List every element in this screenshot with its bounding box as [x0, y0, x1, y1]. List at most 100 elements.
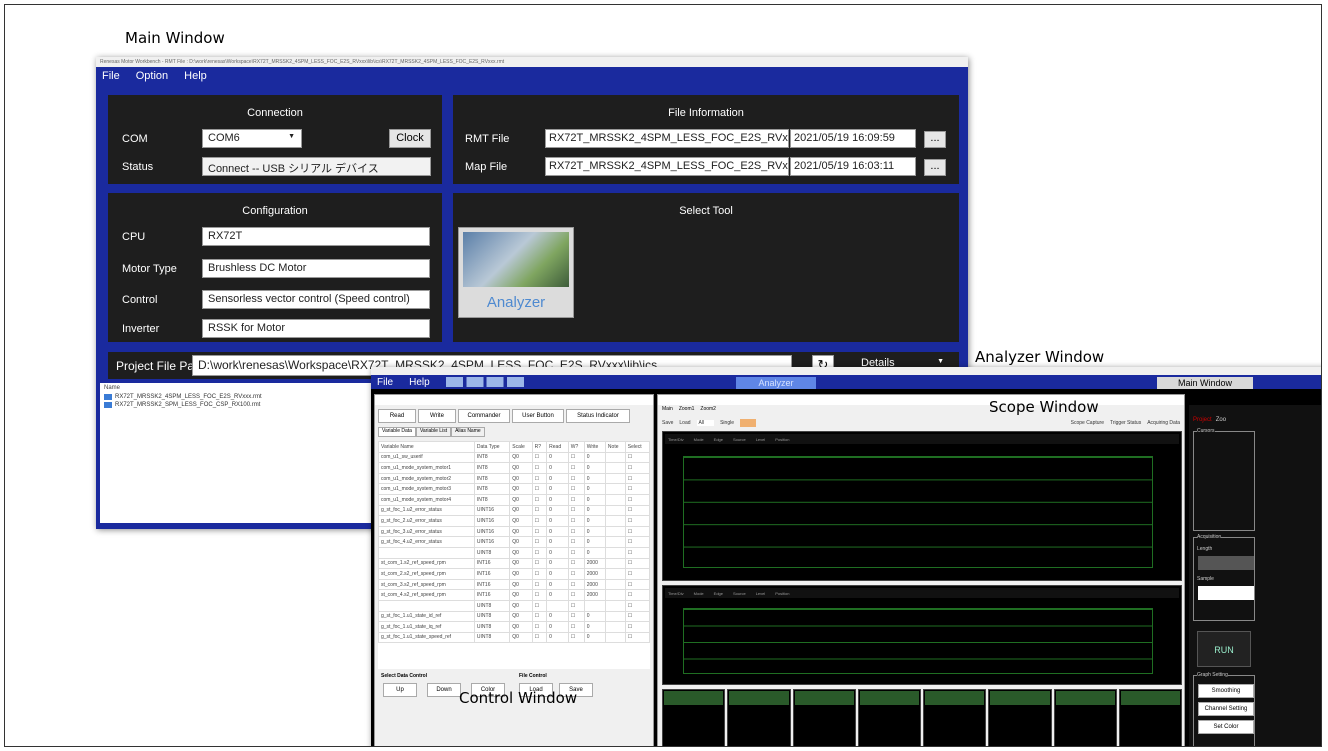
select-checkbox[interactable]: ☐ — [624, 504, 650, 517]
table-row[interactable]: UINT8 Q0 ☐ 0 ☐ 0 ☐ — [378, 546, 650, 559]
select-checkbox[interactable]: ☐ — [624, 578, 650, 591]
channel-panel[interactable] — [1053, 689, 1117, 746]
channel-panel[interactable] — [727, 689, 791, 746]
checkbox[interactable]: ☐ — [567, 525, 585, 538]
channel-panel[interactable] — [988, 689, 1052, 746]
channel-setting-button[interactable]: Channel Setting — [1198, 702, 1254, 716]
table-row[interactable]: g_st_foc_2.u2_error_status UINT16 Q0 ☐ 0 ☐ 0 ☐ — [378, 515, 650, 527]
main-window-button[interactable]: Main Window — [1157, 377, 1253, 389]
checkbox[interactable]: ☐ — [531, 568, 548, 580]
tab-zoom1[interactable]: Zoom1 — [679, 406, 695, 414]
channel-panel[interactable] — [662, 689, 726, 746]
analyzer-menu-file[interactable]: File — [377, 377, 393, 388]
tab-main[interactable]: Main — [662, 406, 673, 414]
table-row[interactable]: com_u1_mode_system_motor4 INT8 Q0 ☐ 0 ☐ 0 ☐ — [378, 493, 650, 506]
select-checkbox[interactable]: ☐ — [624, 493, 650, 506]
table-row[interactable]: g_st_foc_1.u1_state_speed_ref UINT8 Q0 ☐ 0 ☐ 0… — [378, 631, 650, 644]
table-row[interactable]: st_com_1.s2_ref_speed_rpm INT16 Q0 ☐ 0 ☐ 2000 ☐ — [378, 557, 650, 570]
write-button[interactable]: Write — [418, 409, 456, 423]
channel-panel[interactable] — [792, 689, 856, 746]
status-indicator-button[interactable]: Status Indicator — [566, 409, 630, 423]
select-checkbox[interactable]: ☐ — [624, 546, 650, 559]
checkbox[interactable]: ☐ — [567, 546, 585, 559]
tab-alias-name[interactable]: Alias Name — [451, 427, 485, 437]
checkbox[interactable]: ☐ — [567, 483, 585, 495]
checkbox[interactable]: ☐ — [567, 568, 585, 580]
table-row[interactable]: g_st_foc_1.u2_error_status UINT16 Q0 ☐ 0 ☐ 0 ☐ — [378, 504, 650, 517]
checkbox[interactable]: ☐ — [567, 631, 585, 644]
table-row[interactable]: g_st_foc_4.u2_error_status UINT16 Q0 ☐ 0 ☐ 0 ☐ — [378, 536, 650, 548]
select-checkbox[interactable]: ☐ — [624, 536, 650, 548]
select-checkbox[interactable]: ☐ — [624, 515, 650, 527]
com-select[interactable]: COM6 ▼ — [202, 129, 302, 148]
select-checkbox[interactable]: ☐ — [624, 610, 650, 623]
clock-button[interactable]: Clock — [389, 129, 431, 148]
table-row[interactable]: g_st_foc_1.u1_state_iq_ref UINT8 Q0 ☐ 0 ☐ 0 ☐ — [378, 621, 650, 633]
scope-save-button[interactable]: Save — [662, 420, 673, 426]
up-button[interactable]: Up — [383, 683, 417, 697]
scope-load-button[interactable]: Load — [679, 420, 690, 426]
checkbox[interactable]: ☐ — [567, 504, 585, 517]
checkbox[interactable]: ☐ — [531, 493, 548, 506]
checkbox[interactable]: ☐ — [531, 472, 548, 485]
rmt-browse-button[interactable]: ... — [924, 131, 946, 148]
checkbox[interactable]: ☐ — [531, 631, 548, 644]
select-checkbox[interactable]: ☐ — [624, 462, 650, 474]
zoom-checkbox[interactable]: Zoo — [1216, 417, 1226, 423]
table-row[interactable]: com_u1_mode_system_motor2 INT8 Q0 ☐ 0 ☐ 0 ☐ — [378, 472, 650, 485]
checkbox[interactable]: ☐ — [531, 589, 548, 601]
select-checkbox[interactable]: ☐ — [624, 525, 650, 538]
table-row[interactable]: com_u1_sw_userif INT8 Q0 ☐ 0 ☐ 0 ☐ — [378, 451, 650, 464]
table-row[interactable]: st_com_2.s2_ref_speed_rpm INT16 Q0 ☐ 0 ☐ 2000 ☐ — [378, 568, 650, 580]
checkbox[interactable]: ☐ — [567, 493, 585, 506]
table-row[interactable]: com_u1_mode_system_motor1 INT8 Q0 ☐ 0 ☐ 0 ☐ — [378, 462, 650, 474]
analyzer-menu-help[interactable]: Help — [409, 377, 430, 388]
select-checkbox[interactable]: ☐ — [624, 557, 650, 570]
analyzer-tab-button[interactable]: Analyzer — [736, 377, 816, 389]
select-checkbox[interactable]: ☐ — [624, 599, 650, 612]
checkbox[interactable]: ☐ — [531, 610, 548, 623]
menu-help[interactable]: Help — [184, 70, 207, 82]
table-row[interactable]: g_st_foc_3.u2_error_status UINT16 Q0 ☐ 0 ☐ 0 ☐ — [378, 525, 650, 538]
table-row[interactable]: UINT8 Q0 ☐ ☐ ☐ — [378, 599, 650, 612]
checkbox[interactable]: ☐ — [567, 578, 585, 591]
checkbox[interactable]: ☐ — [531, 515, 548, 527]
checkbox[interactable]: ☐ — [531, 483, 548, 495]
checkbox[interactable]: ☐ — [567, 589, 585, 601]
scope-all-select[interactable]: All — [696, 420, 715, 426]
select-checkbox[interactable]: ☐ — [624, 631, 650, 644]
checkbox[interactable]: ☐ — [531, 599, 548, 612]
select-checkbox[interactable]: ☐ — [624, 483, 650, 495]
toggle-icon[interactable] — [740, 419, 756, 427]
channel-panel[interactable] — [1118, 689, 1182, 746]
project-checkbox[interactable]: Project — [1193, 417, 1212, 423]
checkbox[interactable]: ☐ — [531, 536, 548, 548]
checkbox[interactable]: ☐ — [531, 621, 548, 633]
table-row[interactable]: g_st_foc_1.u1_state_id_ref UINT8 Q0 ☐ 0 ☐ 0 ☐ — [378, 610, 650, 623]
checkbox[interactable]: ☐ — [567, 599, 585, 612]
checkbox[interactable]: ☐ — [531, 462, 548, 474]
select-checkbox[interactable]: ☐ — [624, 589, 650, 601]
sample-field[interactable] — [1198, 586, 1254, 600]
map-browse-button[interactable]: ... — [924, 159, 946, 176]
user-button[interactable]: User Button — [512, 409, 564, 423]
toolbar-icons[interactable] — [445, 377, 524, 387]
menu-option[interactable]: Option — [136, 70, 168, 82]
checkbox[interactable]: ☐ — [567, 462, 585, 474]
menu-file[interactable]: File — [102, 70, 120, 82]
checkbox[interactable]: ☐ — [531, 525, 548, 538]
checkbox[interactable]: ☐ — [567, 610, 585, 623]
checkbox[interactable]: ☐ — [567, 536, 585, 548]
checkbox[interactable]: ☐ — [567, 621, 585, 633]
run-button[interactable]: RUN — [1197, 631, 1251, 667]
down-button[interactable]: Down — [427, 683, 461, 697]
tab-variable-data[interactable]: Variable Data — [378, 427, 416, 437]
select-checkbox[interactable]: ☐ — [624, 568, 650, 580]
select-checkbox[interactable]: ☐ — [624, 451, 650, 464]
checkbox[interactable]: ☐ — [531, 451, 548, 464]
checkbox[interactable]: ☐ — [531, 578, 548, 591]
table-row[interactable]: st_com_4.s2_ref_speed_rpm INT16 Q0 ☐ 0 ☐ 2000 ☐ — [378, 589, 650, 601]
channel-panel[interactable] — [857, 689, 921, 746]
analyzer-tool-button[interactable]: Analyzer — [458, 227, 574, 318]
checkbox[interactable]: ☐ — [531, 504, 548, 517]
